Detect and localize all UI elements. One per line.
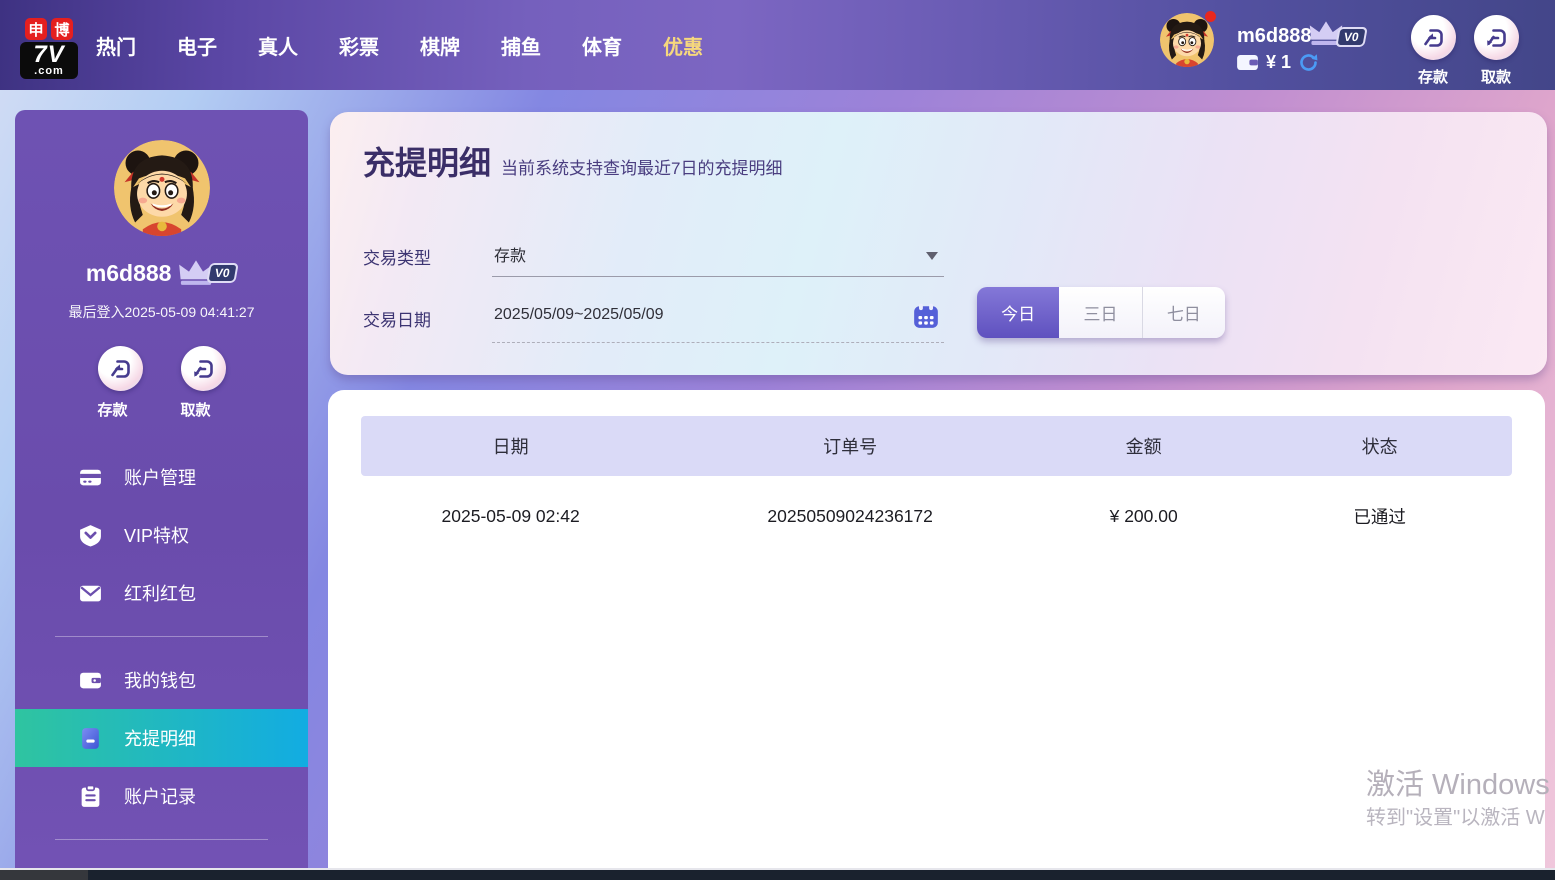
balance-row: ¥ 1	[1236, 52, 1319, 73]
page-subtitle: 当前系统支持查询最近7日的充提明细	[501, 159, 783, 178]
deposit-withdrawal-details-page: { "brand": { "chars": ["申", "博"], "name"…	[0, 0, 1555, 880]
nav-item-hot[interactable]: 热门	[96, 31, 136, 60]
cell-status: 已通过	[1353, 506, 1406, 527]
column-header-date: 日期	[492, 437, 529, 457]
deposit-icon	[1424, 28, 1443, 47]
nav-item-lottery[interactable]: 彩票	[339, 31, 379, 60]
wallet-icon	[80, 672, 101, 688]
sidebar-menu: 账户管理 VIP特权 红利红包 我的钱包 充提明细 账户记录	[15, 448, 308, 868]
deposit-icon	[111, 359, 130, 378]
avatar[interactable]	[113, 140, 210, 236]
date-range-quick-buttons: 今日 三日 七日	[977, 287, 1225, 338]
username: m6d888	[1237, 25, 1312, 47]
nav-item-board[interactable]: 棋牌	[420, 31, 460, 60]
deposit-label: 存款	[1417, 69, 1448, 86]
brand-logo[interactable]: 申 博 7V .com	[20, 18, 78, 79]
sidebar-item-vip-privileges[interactable]: VIP特权	[15, 506, 308, 564]
nav-item-promotions[interactable]: 优惠	[663, 31, 703, 60]
sidebar-item-label: VIP特权	[124, 526, 190, 546]
records-panel: 日期 订单号 金额 状态 2025-05-09 02:42 2025050902…	[328, 390, 1545, 868]
sidebar-item-label: 账户记录	[124, 787, 196, 807]
sidebar-item-account-records[interactable]: 账户记录	[15, 767, 308, 825]
withdraw-icon	[1487, 28, 1506, 47]
sidebar-item-account-management[interactable]: 账户管理	[15, 448, 308, 506]
range-today-button[interactable]: 今日	[977, 287, 1060, 338]
menu-divider	[55, 839, 268, 840]
sidebar-quick-actions: 存款 取款	[15, 346, 308, 420]
transaction-type-select[interactable]: 存款	[492, 232, 944, 277]
transaction-type-label: 交易类型	[363, 249, 431, 268]
nav-item-sports[interactable]: 体育	[582, 31, 622, 60]
withdraw-button[interactable]: 取款	[1471, 15, 1521, 87]
filter-panel: 充提明细 当前系统支持查询最近7日的充提明细 交易类型 存款 交易日期 2025…	[330, 112, 1547, 375]
top-nav-bar: 申 博 7V .com 热门 电子 真人 彩票 棋牌 捕鱼 体育 优惠 m6d8…	[0, 0, 1555, 90]
range-3day-button[interactable]: 三日	[1059, 287, 1142, 338]
date-range-input[interactable]: 2025/05/09~2025/05/09	[492, 292, 944, 343]
withdraw-icon	[194, 359, 213, 378]
sidebar-item-my-wallet[interactable]: 我的钱包	[15, 651, 308, 709]
windows-activation-watermark-line1: 激活 Windows	[1366, 769, 1550, 801]
withdraw-label: 取款	[1480, 69, 1511, 86]
sidebar-item-label: 充提明细	[124, 729, 196, 749]
menu-divider	[55, 636, 268, 637]
logo-7v-text: 7V	[33, 41, 65, 68]
nav-item-slots[interactable]: 电子	[177, 31, 217, 60]
taskbar-edge	[0, 868, 1555, 880]
range-7day-button[interactable]: 七日	[1141, 287, 1225, 338]
sidebar: m6d888 V0 最后登入2025-05-09 04:41:27 存款 取款 …	[15, 110, 308, 868]
withdraw-button[interactable]: 取款	[180, 346, 226, 420]
page-header: 充提明细 当前系统支持查询最近7日的充提明细	[363, 138, 782, 184]
deposit-button[interactable]: 存款	[1408, 15, 1458, 87]
vip-level[interactable]: V0	[1308, 20, 1368, 47]
vip-badge: V0	[206, 263, 239, 283]
deposit-label: 存款	[97, 402, 128, 419]
sidebar-user-row: m6d888 V0	[15, 256, 308, 290]
logo-char-bo: 博	[51, 18, 73, 40]
page-title: 充提明细	[363, 145, 492, 181]
sidebar-item-label: 账户管理	[124, 468, 196, 488]
vip-badge: V0	[1335, 27, 1368, 47]
deposit-button[interactable]: 存款	[97, 346, 143, 420]
cell-order-no: 20250509024236172	[767, 505, 933, 526]
sidebar-item-bonus-redpacket[interactable]: 红利红包	[15, 564, 308, 622]
avatar-image	[1160, 13, 1214, 67]
notification-dot	[1205, 11, 1216, 22]
avatar-image	[113, 140, 210, 236]
red-envelope-icon	[80, 585, 101, 601]
wallet-icon	[1237, 54, 1258, 71]
column-header-amount: 金额	[1125, 437, 1162, 457]
withdraw-label: 取款	[180, 402, 211, 419]
table-header: 日期 订单号 金额 状态	[361, 416, 1512, 476]
sidebar-item-deposit-withdrawal-details[interactable]: 充提明细	[15, 709, 308, 767]
date-range-value: 2025/05/09~2025/05/09	[494, 306, 664, 323]
transaction-date-label: 交易日期	[363, 311, 431, 330]
document-icon	[82, 727, 99, 749]
table-row[interactable]: 2025-05-09 02:42 20250509024236172 ¥ 200…	[361, 476, 1512, 556]
logo-com-text: .com	[34, 65, 64, 77]
cell-date: 2025-05-09 02:42	[441, 505, 580, 526]
vip-shield-icon	[80, 524, 101, 546]
main-nav: 热门 电子 真人 彩票 棋牌 捕鱼 体育 优惠	[96, 0, 703, 90]
taskbar-edge-left	[0, 870, 88, 880]
windows-activation-watermark-line2: 转到"设置"以激活 W	[1366, 807, 1545, 829]
avatar[interactable]	[1160, 13, 1214, 67]
refresh-balance-icon[interactable]	[1298, 52, 1319, 73]
cell-amount: ¥ 200.00	[1109, 505, 1178, 526]
username: m6d888	[85, 259, 172, 286]
clipboard-icon	[81, 784, 100, 807]
column-header-status: 状态	[1361, 437, 1398, 457]
nav-item-live[interactable]: 真人	[258, 31, 298, 60]
sidebar-item-label: 我的钱包	[124, 671, 196, 691]
column-header-order-no: 订单号	[823, 437, 878, 457]
balance-amount: ¥ 1	[1266, 52, 1292, 72]
chevron-down-icon	[926, 252, 938, 260]
logo-char-shen: 申	[25, 18, 47, 40]
bank-card-icon	[80, 469, 101, 485]
nav-item-fishing[interactable]: 捕鱼	[501, 31, 541, 60]
last-login-text: 最后登入2025-05-09 04:41:27	[68, 304, 255, 320]
sidebar-item-label: 红利红包	[124, 584, 196, 604]
transaction-type-value: 存款	[494, 248, 527, 265]
sidebar-item-clipped[interactable]	[15, 854, 308, 868]
calendar-icon[interactable]	[912, 302, 940, 330]
